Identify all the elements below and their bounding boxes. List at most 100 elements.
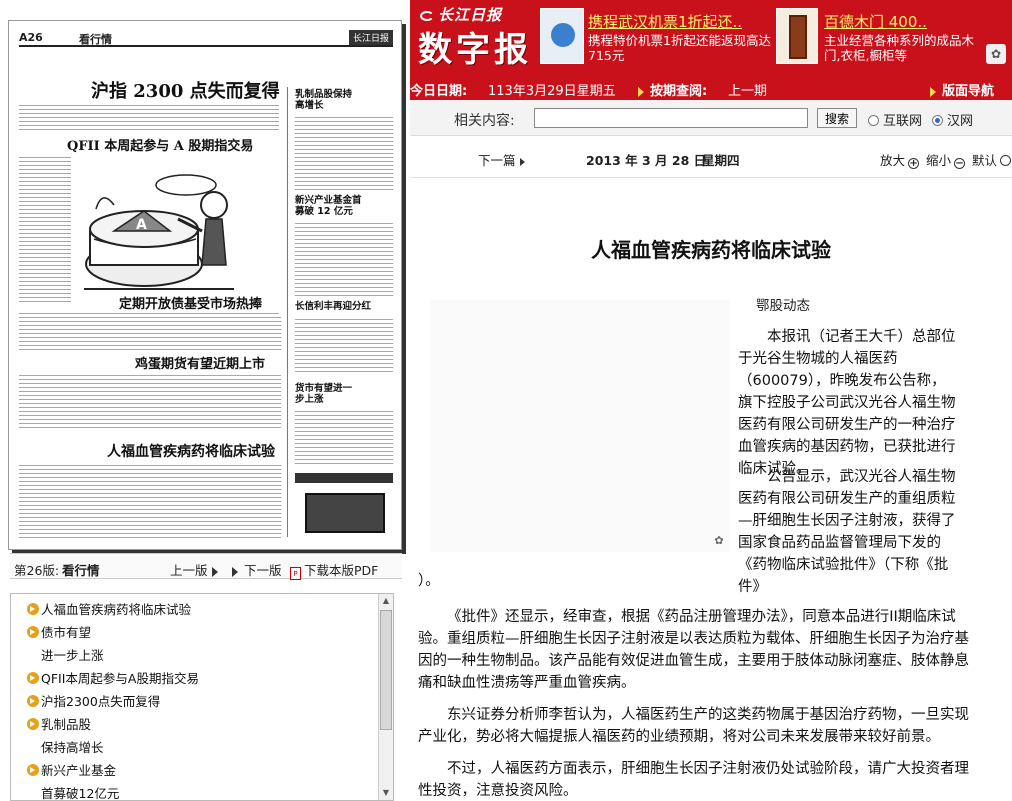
radio-web[interactable]: 互联网: [868, 110, 922, 129]
article-list-item[interactable]: QFII本周起参与A股期指交易: [11, 667, 393, 690]
article-toolbar: 下一篇 2013 年 3 月 28 日 星期四 放大 + 缩小 − 默认: [410, 136, 1012, 178]
article-list-item[interactable]: 乳制品股: [11, 713, 393, 736]
default-size-button[interactable]: 默认: [972, 150, 1012, 169]
radio-circle-selected[interactable]: [932, 115, 943, 126]
ad-box: [305, 493, 385, 533]
pdf-icon: P: [290, 567, 301, 580]
paw-icon[interactable]: ✿: [986, 44, 1006, 64]
page-label: 第26版:: [14, 563, 60, 578]
article-paragraph: 《批件》还显示，经审查，根据《药品注册管理办法》，同意本品进行II期临床试验。重…: [418, 609, 969, 691]
search-input[interactable]: [534, 108, 808, 128]
article-list-item-title[interactable]: QFII本周起参与A股期指交易: [41, 671, 199, 686]
prev-period-link[interactable]: 上一期: [728, 80, 767, 99]
right-panel: 相关内容: 搜索 互联网 汉网 下一篇 2013 年 3 月 28 日 星期四 …: [410, 100, 1012, 801]
left-panel: A26 看行情 长江日报 沪指 2300 点失而复得 QFII 本周起参与 A …: [0, 0, 410, 801]
article-image[interactable]: [430, 300, 730, 552]
ad-ctrip-desc[interactable]: 携程特价机票1折起还能返现高达715元: [588, 33, 778, 63]
side-headline-1[interactable]: 乳制品股保持高增长: [295, 89, 355, 111]
side-headline-2[interactable]: 新兴产业基金首募破 12 亿元: [295, 195, 367, 217]
article-list-item[interactable]: 人福血管疾病药将临床试验: [11, 598, 393, 621]
newspaper-page[interactable]: A26 看行情 长江日报 沪指 2300 点失而复得 QFII 本周起参与 A …: [19, 29, 393, 543]
text-block: [295, 409, 393, 465]
headline-4[interactable]: 鸡蛋期货有望近期上市: [135, 353, 265, 372]
article-paragraph: 本报讯（记者王大千）总部位于光谷生物城的人福医药（600079），昨晚发布公告称…: [738, 329, 956, 477]
page-masthead: 长江日报: [348, 30, 393, 45]
bullet-arrow-icon: [27, 695, 39, 707]
ad-baide-image[interactable]: [776, 8, 818, 64]
page-header: A26 看行情 长江日报: [19, 29, 393, 47]
headline-2[interactable]: QFII 本周起参与 A 股期指交易: [67, 135, 253, 154]
article-list-item-title[interactable]: 新兴产业基金: [41, 763, 116, 778]
article-list-item[interactable]: 沪指2300点失而复得: [11, 690, 393, 713]
article-list-item-title[interactable]: 债市有望: [41, 625, 91, 640]
radio-hanwang[interactable]: 汉网: [932, 110, 973, 129]
newspaper-page-image[interactable]: A26 看行情 长江日报 沪指 2300 点失而复得 QFII 本周起参与 A …: [8, 20, 402, 550]
radio-circle[interactable]: [868, 115, 879, 126]
period-label: 按期查阅:: [638, 80, 707, 99]
ad-baide[interactable]: 百德木门 400.. 主业经营各种系列的成品木门,衣柜,橱柜等: [776, 8, 1012, 66]
article-list-item[interactable]: 债市有望: [11, 621, 393, 644]
date-bar: 今日日期: 113年3月29日星期五 按期查阅: 上一期 版面导航: [400, 75, 1012, 100]
next-article-link[interactable]: 下一篇: [478, 150, 531, 169]
article-list-item-title[interactable]: 保持高增长: [41, 740, 104, 755]
side-headline-4[interactable]: 货市有望进一步上涨: [295, 383, 355, 405]
article-list-item-title[interactable]: 首募破12亿元: [41, 786, 119, 800]
text-block: [19, 155, 71, 305]
page-section: 看行情: [79, 33, 112, 46]
search-button[interactable]: 搜索: [817, 108, 857, 128]
today-label: 今日日期:: [410, 84, 468, 99]
ad-ctrip[interactable]: 携程武汉机票1折起还.. 携程特价机票1折起还能返现高达715元: [540, 8, 771, 66]
ad-ctrip-image[interactable]: [540, 8, 584, 64]
article-list-item-title[interactable]: 人福血管疾病药将临床试验: [41, 602, 191, 617]
download-pdf-link[interactable]: P 下载本版PDF: [290, 560, 378, 580]
arrow-icon: [211, 566, 218, 577]
text-block: [295, 317, 393, 373]
svg-text:A: A: [136, 217, 147, 233]
article-list-item-title[interactable]: 乳制品股: [41, 717, 91, 732]
scroll-thumb[interactable]: [380, 610, 392, 730]
paw-icon[interactable]: ✿: [710, 532, 728, 550]
today-value: 113年3月29日星期五: [488, 84, 616, 99]
search-bar: 相关内容: 搜索 互联网 汉网: [410, 100, 1012, 136]
arrow-icon: [519, 157, 525, 166]
bullet-arrow-icon: [27, 672, 39, 684]
article-body: 人福血管疾病药将临床试验 ✿ 鄂股动态 本报讯（记者王大千）总部位于光谷生物城的…: [410, 180, 1012, 801]
headline-5[interactable]: 人福血管疾病药将临床试验: [107, 441, 275, 461]
circle-icon: [1000, 155, 1012, 166]
zoom-out-button[interactable]: 缩小 −: [926, 150, 966, 169]
article-list-item[interactable]: 首募破12亿元: [11, 782, 393, 800]
text-block: [19, 463, 281, 541]
door-icon: [789, 15, 807, 59]
article-source: 鄂股动态: [756, 298, 810, 314]
prev-page-link[interactable]: 上一版: [170, 560, 224, 579]
text-block: [19, 315, 281, 351]
text-block: [295, 115, 393, 191]
zoom-in-button[interactable]: 放大 +: [880, 150, 920, 169]
bullet-arrow-icon: [27, 603, 39, 615]
article-list-item-title[interactable]: 沪指2300点失而复得: [41, 694, 160, 709]
article-list-item-title[interactable]: 进一步上涨: [41, 648, 104, 663]
scroll-down-icon[interactable]: ▼: [379, 786, 393, 800]
article-list-item[interactable]: 新兴产业基金: [11, 759, 393, 782]
headline-3[interactable]: 定期开放债基受市场热捧: [119, 293, 262, 312]
article-list-item[interactable]: 进一步上涨: [11, 644, 393, 667]
side-headline-3[interactable]: 长信利丰再迎分红: [295, 301, 393, 312]
search-label: 相关内容:: [454, 113, 515, 129]
ad-ctrip-title[interactable]: 携程武汉机票1折起还..: [588, 11, 742, 32]
ad-strip: [295, 473, 393, 483]
ad-baide-desc[interactable]: 主业经营各种系列的成品木门,衣柜,橱柜等: [824, 33, 986, 63]
minus-icon: −: [954, 158, 966, 169]
airplane-icon: [551, 23, 575, 47]
digital-edition-title: 数字报: [418, 30, 532, 70]
headline-1[interactable]: 沪指 2300 点失而复得: [91, 77, 280, 103]
bullet-arrow-icon: [27, 718, 39, 730]
ad-baide-title[interactable]: 百德木门 400..: [824, 11, 927, 32]
page-nav-link[interactable]: 版面导航: [930, 80, 994, 99]
text-block: [19, 103, 279, 131]
scrollbar[interactable]: ▲ ▼: [378, 594, 393, 800]
page-navigation: 第26版: 看行情 上一版 下一版 P 下载本版PDF: [10, 553, 402, 580]
scroll-up-icon[interactable]: ▲: [379, 594, 393, 608]
next-page-link[interactable]: 下一版: [232, 560, 282, 579]
plus-icon: +: [908, 158, 920, 169]
article-list-item[interactable]: 保持高增长: [11, 736, 393, 759]
